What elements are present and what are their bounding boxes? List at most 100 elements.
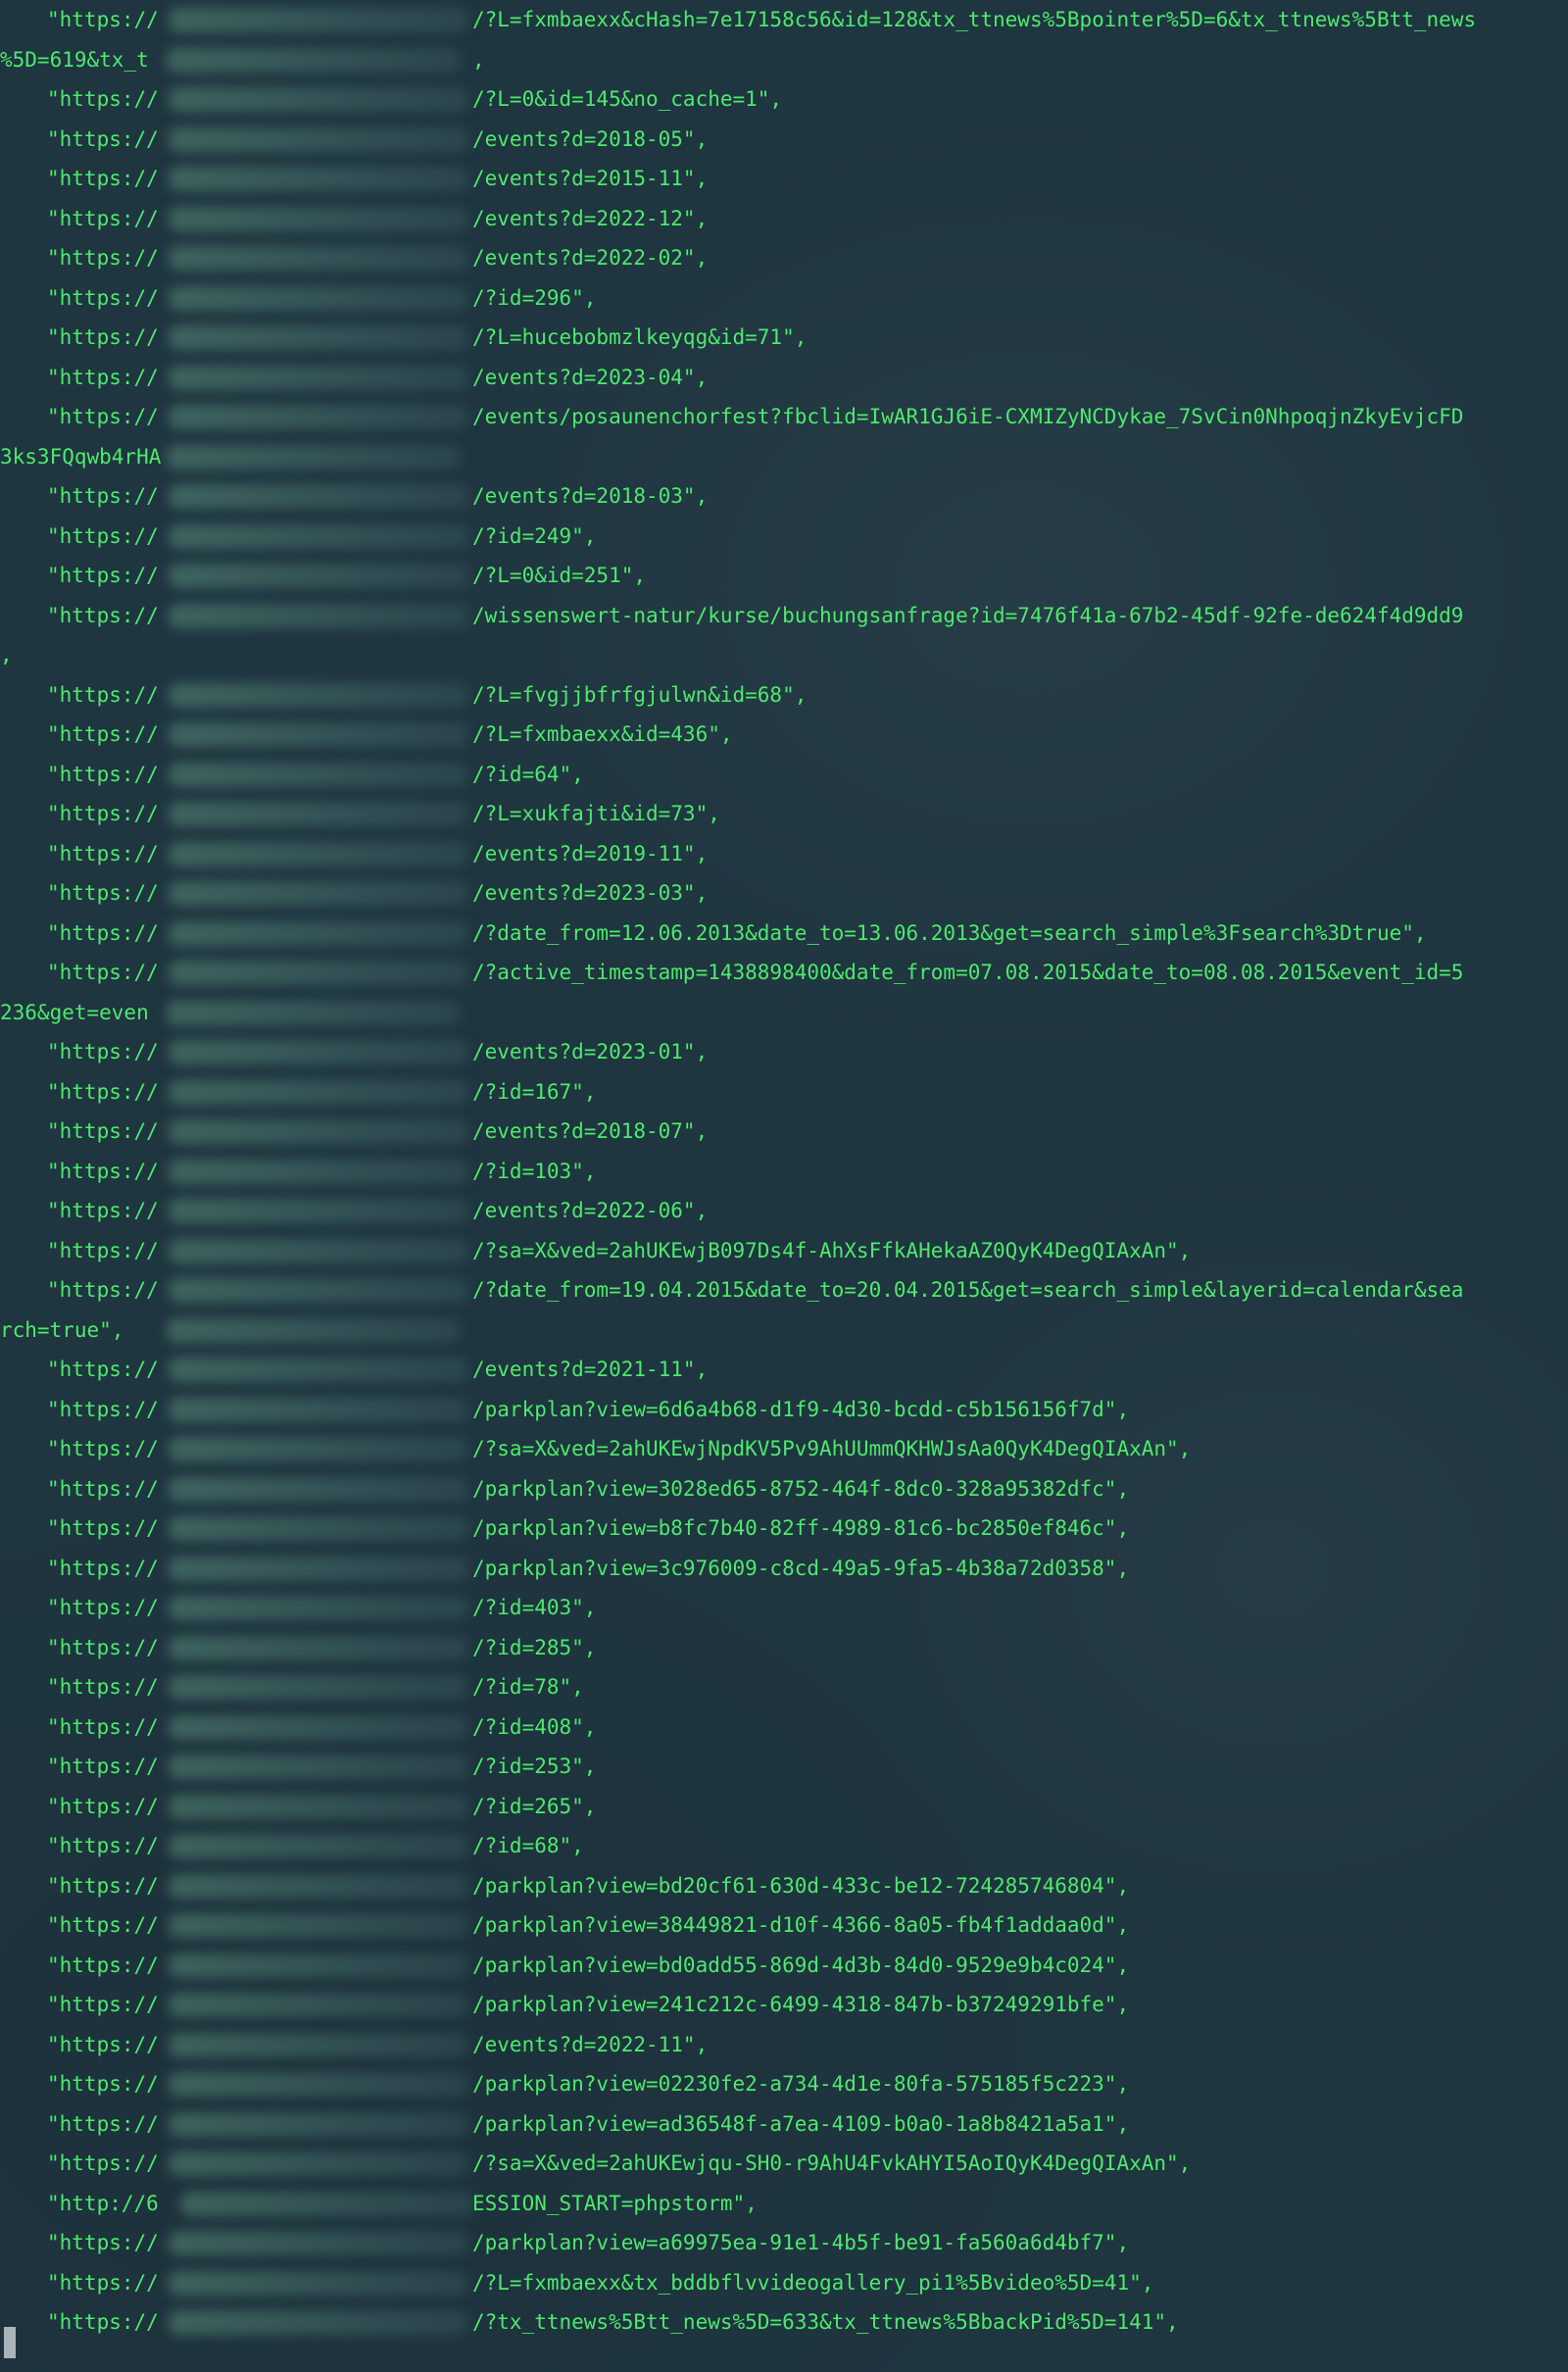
url-path: /parkplan?view=6d6a4b68-d1f9-4d30-bcdd-c…: [472, 1397, 1130, 1421]
url-path: /?L=fxmbaexx&tx_bddbflvvideogallery_pi1%…: [472, 2270, 1154, 2295]
terminal-line: "https:// /parkplan?view=3c976009-c8cd-49…: [0, 1549, 1568, 1589]
url-scheme: "https://: [47, 1834, 159, 1857]
url-scheme: "https://: [47, 881, 159, 905]
redacted-host: [169, 1794, 468, 1819]
url-path: /?L=0&id=251",: [472, 564, 647, 587]
url-scheme: "https://: [47, 1516, 159, 1540]
url-path: /parkplan?view=02230fe2-a734-4d1e-80fa-5…: [472, 2072, 1130, 2096]
terminal-line: "https:// /?L=xukfajti&id=73",: [0, 794, 1568, 834]
url-path: /parkplan?view=38449821-d10f-4366-8a05-f…: [472, 1913, 1130, 1937]
url-path: /parkplan?view=a69975ea-91e1-4b5f-be91-f…: [472, 2231, 1130, 2254]
terminal-line: "https:// /?id=249",: [0, 517, 1568, 557]
url-scheme: "https://: [47, 2310, 159, 2334]
url-path: /parkplan?view=bd0add55-869d-4d3b-84d0-9…: [472, 1952, 1130, 1977]
url-scheme: "https://: [47, 1714, 159, 1739]
terminal-line: "https:// /?L=0&id=251",: [0, 556, 1568, 596]
redacted-host: [169, 2032, 468, 2057]
redacted-host: [169, 405, 468, 429]
terminal-line: "https:// /events?d=2021-11",: [0, 1350, 1568, 1390]
url-scheme: "https://: [47, 682, 159, 707]
redacted-host: [169, 325, 468, 350]
redacted-host: [169, 2151, 468, 2176]
terminal-line: "https:// /events?d=2023-01",: [0, 1032, 1568, 1072]
terminal-line: "https:// /parkplan?view=241c212c-6499-43…: [0, 1985, 1568, 2025]
terminal-line: "https:// /events?d=2023-04",: [0, 358, 1568, 398]
terminal-line: "https:// /parkplan?view=6d6a4b68-d1f9-4d…: [0, 1390, 1568, 1430]
url-scheme: "https://: [47, 564, 159, 587]
terminal-line: "https:// /parkplan?view=ad36548f-a7ea-41…: [0, 2104, 1568, 2145]
url-scheme: "https://: [47, 1794, 159, 1818]
redacted-host: [169, 682, 468, 708]
terminal-line: "https:// /?L=hucebobmzlkeyqg&id=71",: [0, 318, 1568, 358]
url-path: /?id=68",: [472, 1834, 584, 1857]
redacted-host: [169, 523, 468, 549]
redacted-host: [169, 603, 468, 628]
wrapped-text-end: ,: [472, 47, 485, 72]
url-scheme: "https://: [47, 1873, 159, 1898]
url-path: /?L=fxmbaexx&id=436",: [472, 722, 733, 746]
url-scheme: "https://: [47, 722, 159, 746]
redacted-host: [169, 2231, 468, 2255]
terminal-line: %5D=619&tx_t,: [0, 40, 1568, 80]
url-path: /parkplan?view=bd20cf61-630d-433c-be12-7…: [472, 1873, 1130, 1898]
url-scheme: "https://: [47, 2270, 159, 2295]
redacted-host: [169, 1397, 468, 1422]
redacted-host: [169, 1993, 468, 2017]
terminal-line: "https:// /parkplan?view=38449821-d10f-43…: [0, 1905, 1568, 1946]
url-path: /?id=253",: [472, 1754, 597, 1778]
url-path: /wissenswert-natur/kurse/buchungsanfrage…: [472, 603, 1464, 627]
url-path: /?sa=X&ved=2ahUKEwjNpdKV5Pv9AhUUmmQKHWJs…: [472, 1437, 1192, 1460]
terminal-line: 236&get=even: [0, 993, 1568, 1033]
redacted-host: [169, 841, 468, 866]
url-path: /events?d=2022-11",: [472, 2032, 709, 2056]
redacted-host: [169, 1238, 468, 1263]
terminal-cursor: [4, 2327, 16, 2358]
url-path: /?id=103",: [472, 1159, 597, 1183]
redacted-host: [169, 564, 468, 588]
terminal-line: "https:// /?id=408",: [0, 1707, 1568, 1748]
url-scheme: "https://: [47, 1913, 159, 1937]
url-path: /events?d=2015-11",: [472, 167, 709, 190]
url-path: /events?d=2021-11",: [472, 1358, 709, 1381]
terminal-line: "https:// /events?d=2023-03",: [0, 873, 1568, 914]
redacted-host: [169, 2111, 468, 2137]
url-scheme: "https://: [47, 1358, 159, 1381]
wrapped-text: 3ks3FQqwb4rHA: [0, 444, 162, 469]
url-path: /events?d=2022-06",: [472, 1199, 709, 1222]
url-path: /events/posaunenchorfest?fbclid=IwAR1GJ6…: [472, 405, 1464, 428]
redacted-text: [167, 444, 461, 469]
redacted-host: [169, 365, 468, 390]
url-scheme: "https://: [47, 2032, 159, 2056]
redacted-host: [169, 961, 468, 985]
terminal-line: "https:// /?id=103",: [0, 1152, 1568, 1192]
url-scheme: "https://: [47, 365, 159, 389]
redacted-host: [169, 1675, 468, 1700]
url-path: /?L=xukfajti&id=73",: [472, 802, 720, 825]
terminal-line: "https:// /?L=fxmbaexx&id=436",: [0, 715, 1568, 755]
wrapped-text: ,: [0, 643, 13, 667]
terminal-line: "https:// /parkplan?view=02230fe2-a734-4d…: [0, 2064, 1568, 2104]
url-path: /?id=296",: [472, 285, 597, 310]
redacted-host: [169, 1635, 468, 1660]
redacted-host: [169, 1913, 468, 1938]
url-scheme: "https://: [47, 1119, 159, 1143]
url-path: /parkplan?view=ad36548f-a7ea-4109-b0a0-1…: [472, 2111, 1130, 2136]
redacted-host: [169, 246, 468, 271]
url-path: /events?d=2022-12",: [472, 206, 709, 230]
url-path: /events?d=2018-05",: [472, 126, 709, 151]
url-path: /?active_timestamp=1438898400&date_from=…: [472, 961, 1464, 984]
url-path: ESSION_START=phpstorm",: [472, 2191, 758, 2215]
redacted-host: [169, 1079, 468, 1105]
url-scheme: "https://: [47, 167, 159, 190]
url-path: /events?d=2023-04",: [472, 365, 709, 389]
redacted-host: [169, 8, 468, 32]
url-scheme: "https://: [47, 1397, 159, 1421]
redacted-host: [169, 1476, 468, 1502]
redacted-host: [169, 2072, 468, 2097]
url-path: /?id=78",: [472, 1675, 584, 1699]
url-path: /parkplan?view=b8fc7b40-82ff-4989-81c6-b…: [472, 1516, 1130, 1540]
terminal-window[interactable]: "https:// /?L=fxmbaexx&cHash=7e17158c56&i…: [0, 0, 1568, 2372]
url-scheme: "https://: [47, 1635, 159, 1659]
terminal-line: "https:// /events?d=2018-05",: [0, 120, 1568, 160]
redacted-host: [169, 920, 468, 946]
